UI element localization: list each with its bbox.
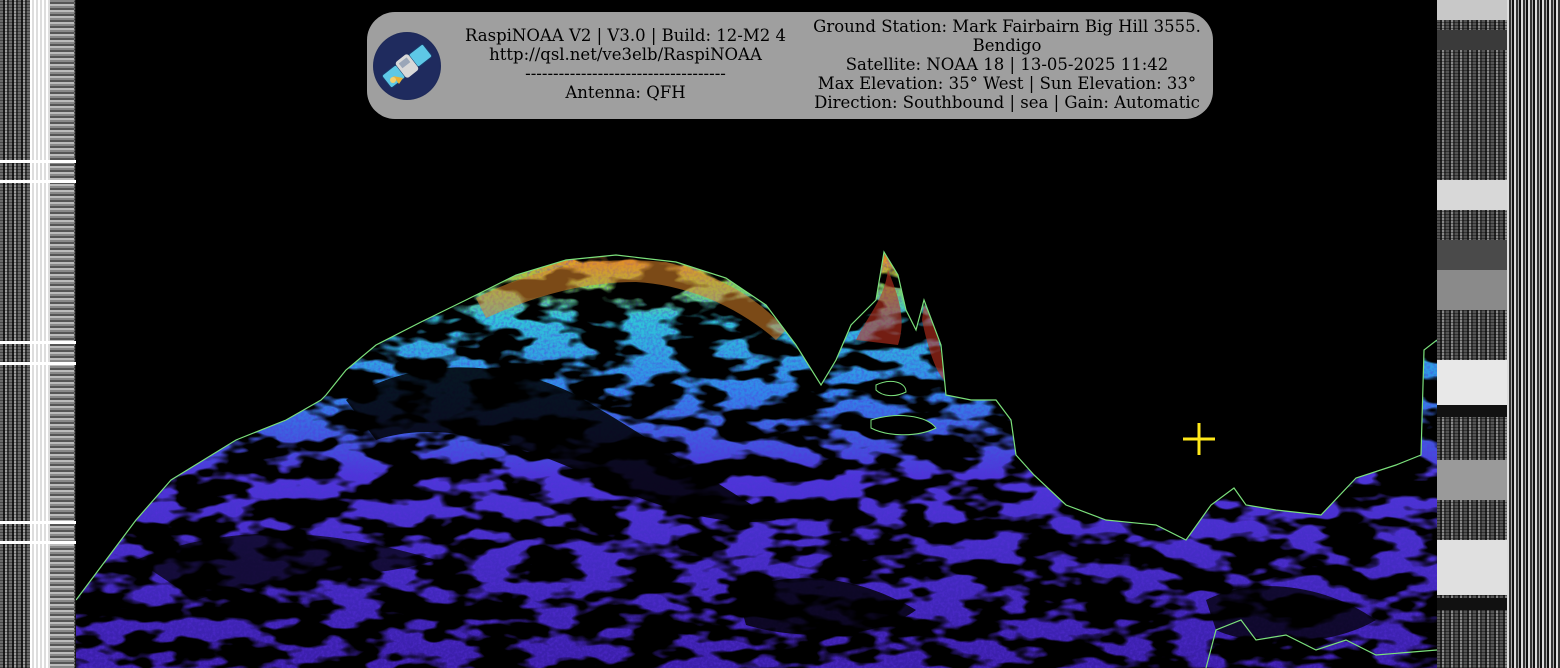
telemetry-bars [1507,0,1560,668]
sync-mark [0,160,76,163]
wedge-block [1437,540,1507,595]
info-banner: RaspiNOAA V2 | V3.0 | Build: 12-M2 4 htt… [367,12,1213,119]
satellite-info: Satellite: NOAA 18 | 13-05-2025 11:42 [845,55,1169,74]
sync-mark [0,541,76,544]
separator-line: ------------------------------------ [525,64,726,83]
wedge-block [1437,30,1507,50]
elevation-info: Max Elevation: 35° West | Sun Elevation:… [817,74,1197,93]
ground-station-city: Bendigo [972,36,1042,55]
wedge-block [1437,270,1507,310]
telemetry-strip-left [0,0,76,668]
ground-station: Ground Station: Mark Fairbairn Big Hill … [813,17,1201,36]
crosshair-icon [1183,423,1215,455]
sync-mark [0,341,76,344]
sync-mark [0,521,76,524]
antenna-info: Antenna: QFH [565,83,686,102]
sync-mark [0,362,76,365]
telemetry-column [50,0,74,668]
wedge-block [1437,460,1507,500]
banner-pass-info: Ground Station: Mark Fairbairn Big Hill … [813,17,1201,112]
banner-app-info: RaspiNOAA V2 | V3.0 | Build: 12-M2 4 htt… [447,26,804,102]
wedge-block [1437,405,1507,417]
telemetry-strip-right [1437,0,1560,668]
wedge-block [1437,180,1507,210]
app-url: http://qsl.net/ve3elb/RaspiNOAA [489,45,762,64]
wedge-block [1437,360,1507,405]
direction-info: Direction: Southbound | sea | Gain: Auto… [814,93,1200,112]
wedge-block [1437,598,1507,610]
app-title: RaspiNOAA V2 | V3.0 | Build: 12-M2 4 [464,26,787,45]
wedge-block [1437,0,1507,20]
sync-mark [0,180,76,183]
sync-column [30,0,50,668]
wedge-block [1437,240,1507,270]
satellite-logo-icon [373,32,441,100]
